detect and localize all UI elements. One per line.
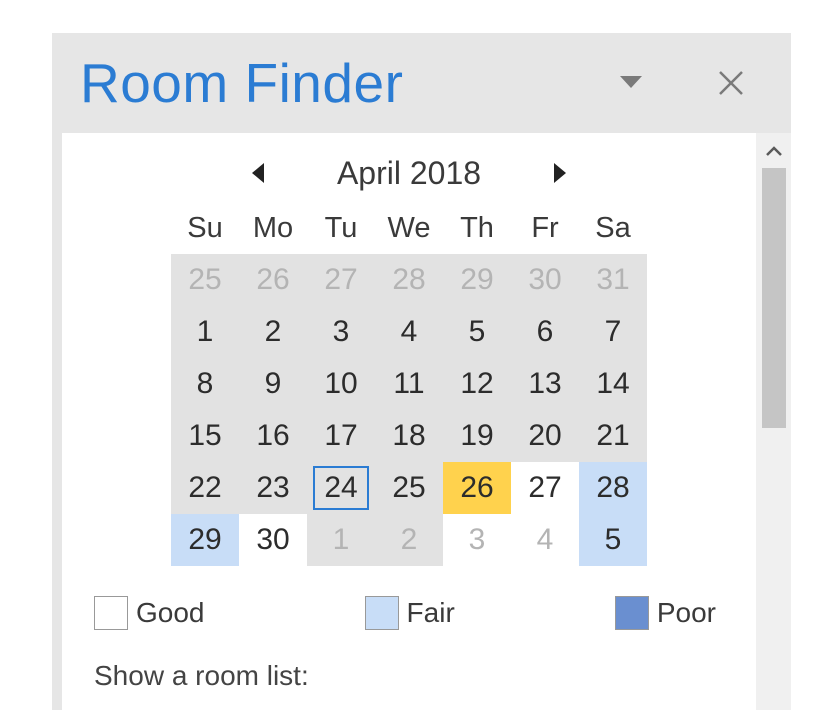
close-button[interactable]	[711, 63, 751, 103]
legend-poor: Poor	[615, 596, 716, 630]
legend-good: Good	[94, 596, 205, 630]
calendar-day-cell[interactable]: 29	[171, 514, 239, 566]
calendar-day-cell[interactable]: 3	[443, 514, 511, 566]
legend-good-swatch	[94, 596, 128, 630]
calendar-day-cell[interactable]: 2	[375, 514, 443, 566]
room-finder-panel: Room Finder April 2018	[52, 33, 791, 710]
calendar-day-cell[interactable]: 7	[579, 306, 647, 358]
calendar-day-header: Su	[171, 202, 239, 254]
calendar-day-cell[interactable]: 21	[579, 410, 647, 462]
legend-fair-label: Fair	[407, 597, 455, 629]
calendar-day-cell[interactable]: 23	[239, 462, 307, 514]
calendar-day-cell[interactable]: 25	[375, 462, 443, 514]
calendar-grid: SuMoTuWeThFrSa25262728293031123456789101…	[171, 202, 647, 566]
calendar-day-cell[interactable]: 6	[511, 306, 579, 358]
calendar-day-cell[interactable]: 17	[307, 410, 375, 462]
calendar-day-cell[interactable]: 18	[375, 410, 443, 462]
calendar-day-cell[interactable]: 22	[171, 462, 239, 514]
legend-fair: Fair	[365, 596, 455, 630]
panel-title: Room Finder	[80, 51, 403, 115]
calendar-day-cell[interactable]: 5	[443, 306, 511, 358]
calendar-day-cell[interactable]: 4	[511, 514, 579, 566]
next-month-button[interactable]	[541, 155, 577, 192]
legend-good-label: Good	[136, 597, 205, 629]
legend-poor-label: Poor	[657, 597, 716, 629]
room-list-prompt: Show a room list:	[94, 660, 736, 692]
chevron-down-icon	[620, 76, 642, 90]
calendar-day-cell[interactable]: 2	[239, 306, 307, 358]
calendar-day-cell[interactable]: 1	[171, 306, 239, 358]
calendar-day-cell[interactable]: 26	[239, 254, 307, 306]
calendar-day-cell[interactable]: 28	[375, 254, 443, 306]
triangle-right-icon	[550, 162, 568, 184]
prev-month-button[interactable]	[241, 155, 277, 192]
calendar-day-header: Sa	[579, 202, 647, 254]
calendar-day-cell[interactable]: 1	[307, 514, 375, 566]
scroll-up-button[interactable]	[756, 133, 791, 168]
calendar-day-cell[interactable]: 31	[579, 254, 647, 306]
calendar-day-cell[interactable]: 27	[307, 254, 375, 306]
calendar-day-cell[interactable]: 9	[239, 358, 307, 410]
calendar-day-cell[interactable]: 12	[443, 358, 511, 410]
calendar-day-cell[interactable]: 19	[443, 410, 511, 462]
calendar-day-cell[interactable]: 4	[375, 306, 443, 358]
calendar-day-cell[interactable]: 15	[171, 410, 239, 462]
calendar-day-cell[interactable]: 26	[443, 462, 511, 514]
calendar-day-cell[interactable]: 5	[579, 514, 647, 566]
availability-legend: Good Fair Poor	[94, 596, 716, 630]
vertical-scrollbar[interactable]	[756, 133, 791, 710]
legend-poor-swatch	[615, 596, 649, 630]
calendar-day-cell[interactable]: 27	[511, 462, 579, 514]
calendar-day-cell[interactable]: 10	[307, 358, 375, 410]
panel-content: April 2018 SuMoTuWeThFrSa252627282930311…	[62, 133, 756, 710]
chevron-up-icon	[765, 145, 783, 157]
calendar-day-cell[interactable]: 20	[511, 410, 579, 462]
calendar-day-cell[interactable]: 3	[307, 306, 375, 358]
calendar-day-header: Tu	[307, 202, 375, 254]
calendar-day-cell[interactable]: 28	[579, 462, 647, 514]
calendar-day-cell[interactable]: 13	[511, 358, 579, 410]
calendar-day-cell[interactable]: 29	[443, 254, 511, 306]
calendar-day-header: We	[375, 202, 443, 254]
calendar-day-cell[interactable]: 16	[239, 410, 307, 462]
panel-options-button[interactable]	[611, 63, 651, 103]
close-icon	[717, 69, 745, 97]
calendar-day-cell[interactable]: 25	[171, 254, 239, 306]
calendar-day-cell[interactable]: 30	[511, 254, 579, 306]
calendar-day-cell[interactable]: 30	[239, 514, 307, 566]
calendar-day-header: Fr	[511, 202, 579, 254]
calendar-day-cell[interactable]: 24	[307, 462, 375, 514]
panel-header: Room Finder	[52, 33, 791, 133]
calendar-day-cell[interactable]: 11	[375, 358, 443, 410]
calendar-nav: April 2018	[82, 155, 736, 192]
calendar-day-header: Th	[443, 202, 511, 254]
legend-fair-swatch	[365, 596, 399, 630]
calendar-day-header: Mo	[239, 202, 307, 254]
triangle-left-icon	[250, 162, 268, 184]
calendar-month-label: April 2018	[337, 155, 481, 192]
scroll-thumb[interactable]	[762, 168, 786, 428]
calendar-day-cell[interactable]: 8	[171, 358, 239, 410]
calendar-day-cell[interactable]: 14	[579, 358, 647, 410]
